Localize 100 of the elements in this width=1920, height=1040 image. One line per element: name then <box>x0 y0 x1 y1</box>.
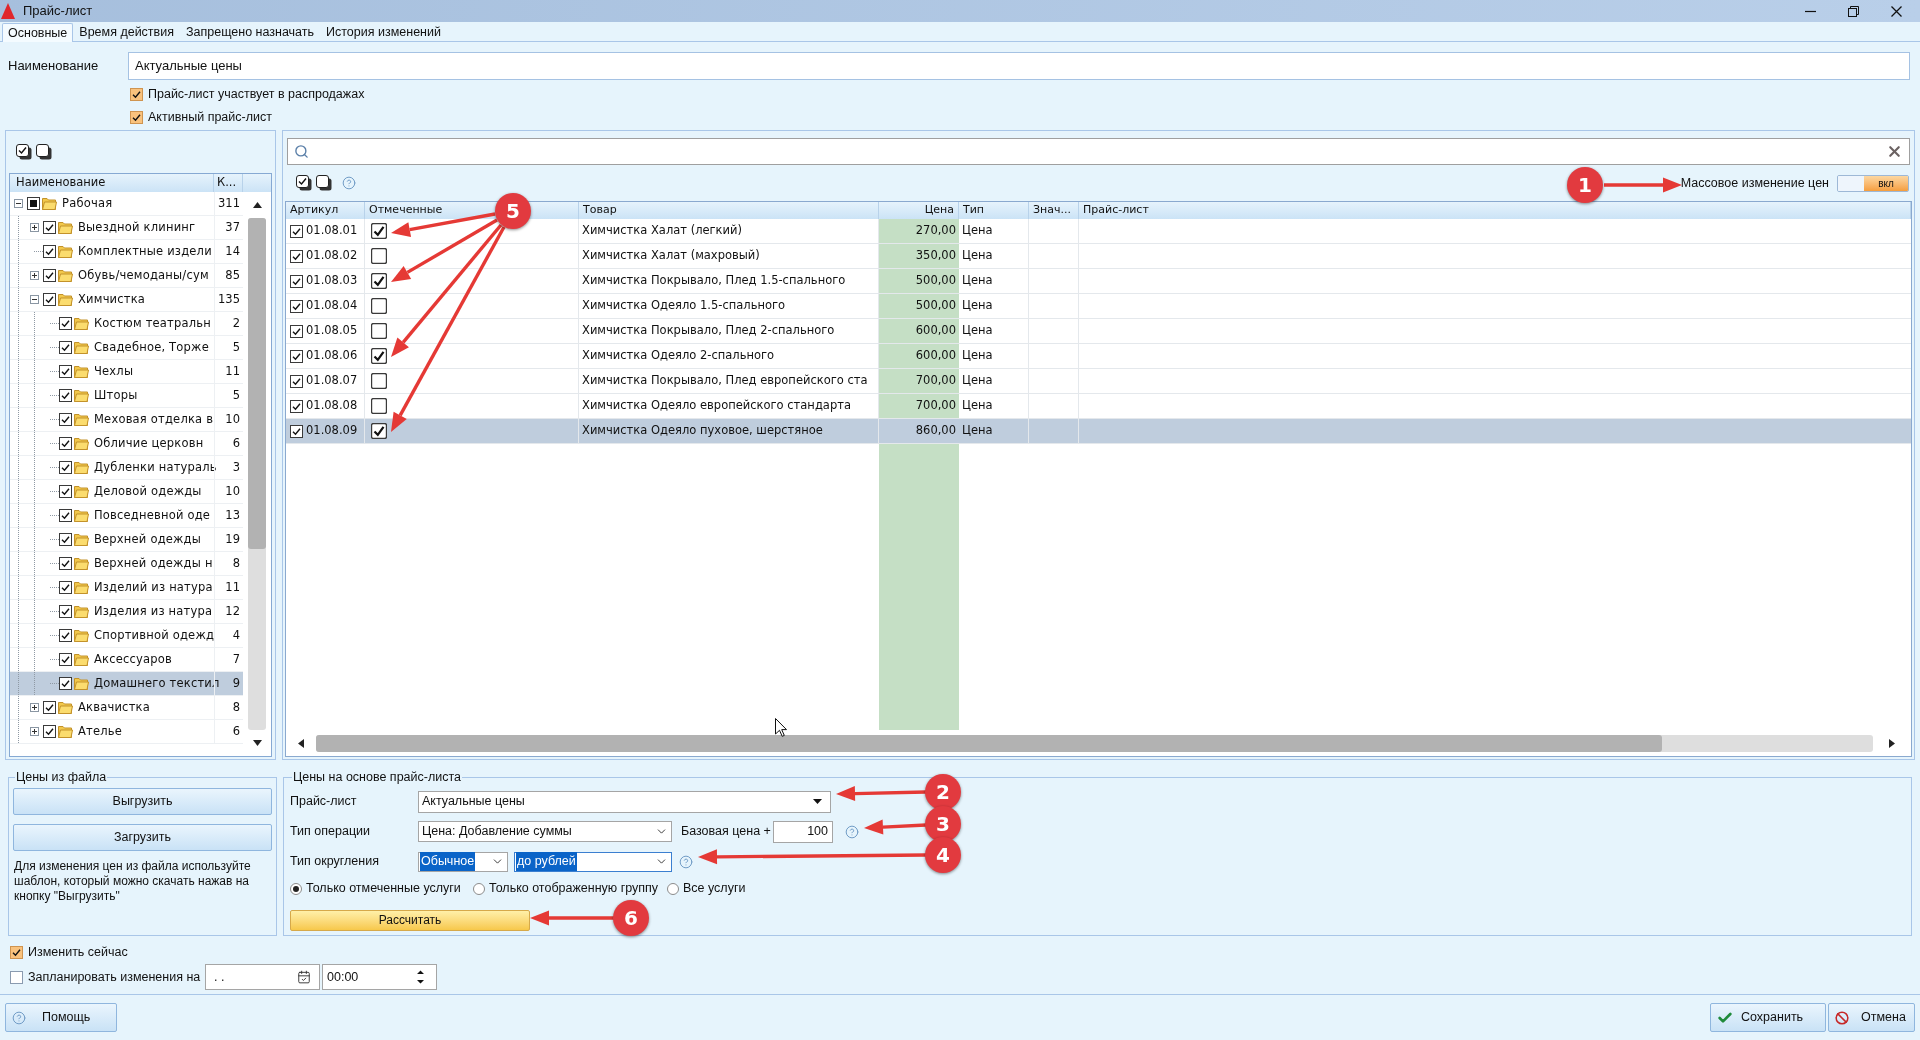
scroll-right-icon[interactable] <box>1889 738 1895 748</box>
table-row[interactable]: 01.08.03 Химчистка Покрывало, Плед 1.5-спального 500,00 Цена <box>286 269 1911 294</box>
tree-row[interactable]: Чехлы 11 <box>10 360 243 384</box>
stacked-squares-icon[interactable] <box>36 144 52 160</box>
plus-box-icon[interactable] <box>30 271 39 280</box>
checkbox[interactable] <box>27 197 40 210</box>
checkbox[interactable] <box>10 970 23 984</box>
radio-button[interactable] <box>667 882 679 895</box>
checkbox[interactable] <box>290 274 303 288</box>
tree-row[interactable]: Костюм театральн 2 <box>10 312 243 336</box>
scrollbar-track[interactable] <box>248 218 266 730</box>
scroll-up-icon[interactable] <box>252 202 262 208</box>
checkbox[interactable] <box>371 373 387 389</box>
checkbox[interactable] <box>59 581 72 594</box>
checkbox[interactable] <box>59 365 72 378</box>
checkbox[interactable] <box>371 323 387 339</box>
checkbox[interactable] <box>290 249 303 263</box>
tab[interactable]: Время действия <box>73 23 180 42</box>
tree-row[interactable]: Аквачистка 8 <box>10 696 243 720</box>
spinner-arrows-icon[interactable] <box>417 970 424 984</box>
checkbox[interactable] <box>43 245 56 258</box>
tree-row[interactable]: Меховая отделка в 10 <box>10 408 243 432</box>
checkbox[interactable] <box>59 533 72 546</box>
checkbox[interactable] <box>43 221 56 234</box>
table-row[interactable]: 01.08.07 Химчистка Покрывало, Плед европейского ста 700,00 Цена <box>286 369 1911 394</box>
table-row[interactable]: 01.08.05 Химчистка Покрывало, Плед 2-спального 600,00 Цена <box>286 319 1911 344</box>
cancel-button[interactable]: Отмена <box>1828 1003 1915 1032</box>
minus-box-icon[interactable] <box>30 295 39 304</box>
plus-box-icon[interactable] <box>30 223 39 232</box>
checkbox[interactable] <box>290 374 303 388</box>
dropdown[interactable]: Актуальные цены <box>418 790 831 813</box>
scroll-down-icon[interactable] <box>252 740 262 746</box>
stacked-squares-icon[interactable] <box>316 175 332 191</box>
checked-boxes-icon[interactable] <box>16 144 32 160</box>
save-button[interactable]: Сохранить <box>1710 1003 1826 1032</box>
checkbox[interactable] <box>371 423 387 439</box>
checkbox[interactable] <box>130 111 143 124</box>
search-field[interactable] <box>287 138 1910 165</box>
radio-button[interactable] <box>290 882 302 895</box>
table-row[interactable]: 01.08.06 Химчистка Одеяло 2-спального 600,00 Цена <box>286 344 1911 369</box>
dropdown[interactable]: Обычное <box>418 851 508 872</box>
tree-row[interactable]: Ателье 6 <box>10 720 243 744</box>
tree-row[interactable]: Обличие церковн 6 <box>10 432 243 456</box>
tree-row[interactable]: Спортивной одежд 4 <box>10 624 243 648</box>
checkbox[interactable] <box>59 485 72 498</box>
tree-row[interactable]: Изделий из натура 11 <box>10 576 243 600</box>
tree-row[interactable]: Выездной клининг 37 <box>10 216 243 240</box>
checkbox[interactable] <box>59 317 72 330</box>
radio-button[interactable] <box>473 882 485 895</box>
tree-row[interactable]: Обувь/чемоданы/сум 85 <box>10 264 243 288</box>
checkbox[interactable] <box>59 341 72 354</box>
checkbox[interactable] <box>59 557 72 570</box>
tree-row[interactable]: Химчистка 135 <box>10 288 243 312</box>
checkbox[interactable] <box>371 248 387 264</box>
tab[interactable]: Запрещено назначать <box>180 23 321 42</box>
checkbox[interactable] <box>59 629 72 642</box>
scrollbar-thumb[interactable] <box>248 218 266 549</box>
checkbox[interactable] <box>371 298 387 314</box>
scroll-left-icon[interactable] <box>298 738 304 748</box>
help-button[interactable]: Помощь <box>5 1003 117 1032</box>
checkbox[interactable] <box>371 223 387 239</box>
checkbox[interactable] <box>59 413 72 426</box>
plus-box-icon[interactable] <box>30 727 39 736</box>
tree-row[interactable]: Верхней одежды н 8 <box>10 552 243 576</box>
table-row[interactable]: 01.08.04 Химчистка Одеяло 1.5-спального 500,00 Цена <box>286 294 1911 319</box>
checkbox[interactable] <box>290 424 303 438</box>
close-icon[interactable] <box>1891 5 1902 17</box>
checkbox[interactable] <box>371 348 387 364</box>
checkbox[interactable] <box>130 88 143 101</box>
tree-row[interactable]: Деловой одежды 10 <box>10 480 243 504</box>
tree-row[interactable]: Изделия из натура 12 <box>10 600 243 624</box>
checkbox[interactable] <box>59 653 72 666</box>
tree-row[interactable]: Повседневной оде 13 <box>10 504 243 528</box>
checkbox[interactable] <box>290 299 303 313</box>
checkbox[interactable] <box>43 701 56 714</box>
checkbox[interactable] <box>43 269 56 282</box>
checkbox[interactable] <box>290 399 303 413</box>
toggle-switch[interactable]: вкл <box>1837 174 1909 192</box>
plus-box-icon[interactable] <box>30 703 39 712</box>
checkbox[interactable] <box>290 349 303 363</box>
checkbox[interactable] <box>43 725 56 738</box>
name-input[interactable]: Актуальные цены <box>128 52 1910 80</box>
date-input[interactable]: . . <box>205 964 320 990</box>
table-row[interactable]: 01.08.08 Химчистка Одеяло европейского стандарта 700,00 Цена <box>286 394 1911 419</box>
time-input[interactable]: 00:00 <box>322 964 437 990</box>
table-row[interactable]: 01.08.09 Химчистка Одеяло пуховое, шерстяное 860,00 Цена <box>286 419 1911 444</box>
checkbox[interactable] <box>10 945 23 959</box>
table-row[interactable]: 01.08.02 Химчистка Халат (махровый) 350,00 Цена <box>286 244 1911 269</box>
checkbox[interactable] <box>371 398 387 414</box>
calendar-icon[interactable] <box>297 970 311 984</box>
checkbox[interactable] <box>59 605 72 618</box>
checkbox[interactable] <box>43 293 56 306</box>
tree-row[interactable]: Шторы 5 <box>10 384 243 408</box>
dropdown[interactable]: до рублей <box>514 851 672 872</box>
checkbox[interactable] <box>290 324 303 338</box>
action-button[interactable]: Выгрузить <box>13 787 272 815</box>
restore-icon[interactable] <box>1848 5 1859 17</box>
checkbox[interactable] <box>59 509 72 522</box>
number-input[interactable]: 100 <box>773 820 833 843</box>
checkbox[interactable] <box>371 273 387 289</box>
